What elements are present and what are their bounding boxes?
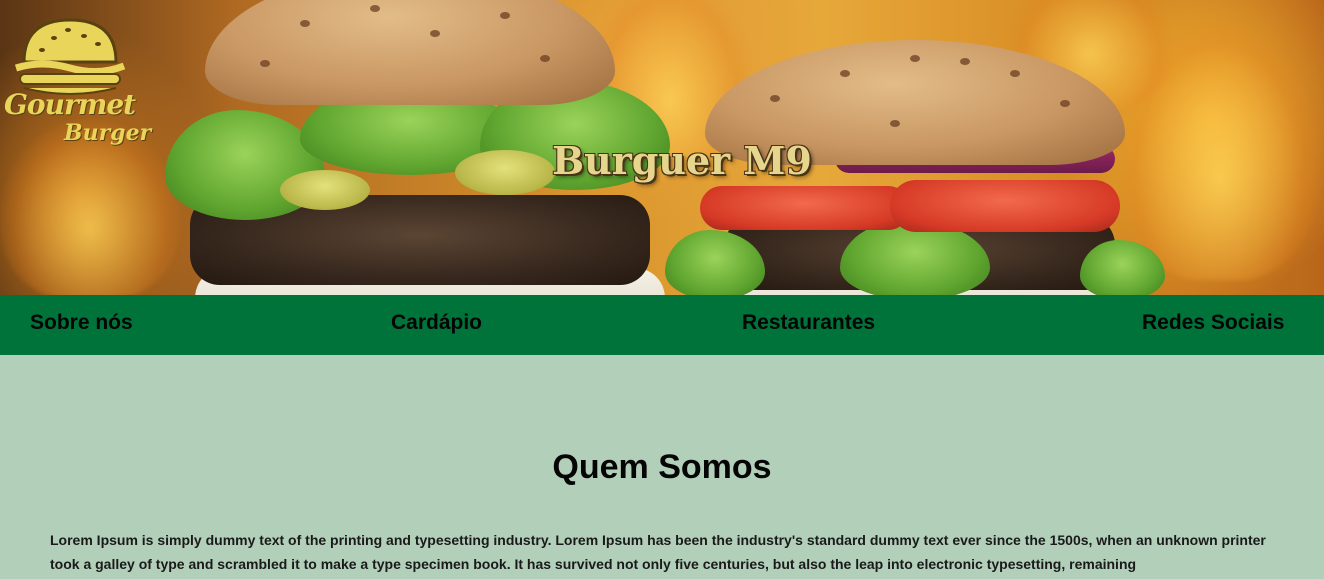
nav-link-sobre-nos[interactable]: Sobre nós xyxy=(30,311,133,335)
nav-link-restaurantes[interactable]: Restaurantes xyxy=(742,311,875,335)
main-navigation: Sobre nós Cardápio Restaurantes Redes So… xyxy=(0,295,1324,355)
brand-logo[interactable]: Gourmet Burger xyxy=(2,14,152,146)
logo-text-burger: Burger xyxy=(64,120,152,146)
about-heading: Quem Somos xyxy=(552,448,772,486)
flame-decoration xyxy=(0,120,180,295)
hero-banner: Gourmet Burger Burguer M9 xyxy=(0,0,1324,295)
site-title: Burguer M9 xyxy=(552,138,812,183)
nav-link-redes-sociais[interactable]: Redes Sociais xyxy=(1142,311,1284,335)
about-paragraph: Lorem Ipsum is simply dummy text of the … xyxy=(50,532,1266,572)
logo-text-gourmet: Gourmet xyxy=(4,88,136,121)
nav-link-cardapio[interactable]: Cardápio xyxy=(391,311,482,335)
